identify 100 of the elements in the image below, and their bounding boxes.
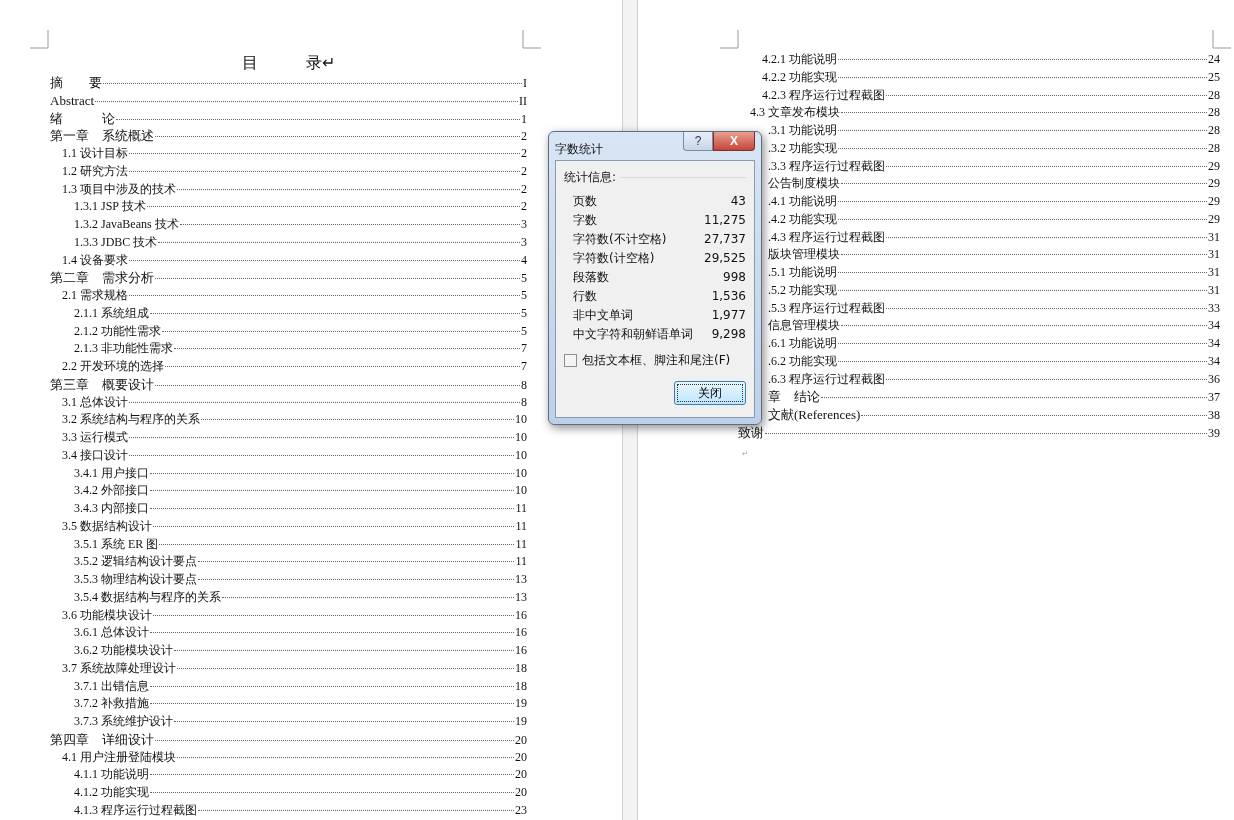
page-number: 16: [515, 642, 527, 659]
toc-entry: 3.6.2 功能模块设计: [74, 642, 173, 659]
page-number: 5: [521, 270, 527, 288]
crop-mark-icon: [720, 30, 739, 49]
toc-entry: 3.4.2 外部接口: [74, 482, 149, 500]
toc-entry: 3.4 接口设计: [62, 446, 128, 464]
help-button[interactable]: ?: [683, 132, 713, 151]
page-number: 16: [515, 606, 527, 624]
toc-entry: .5.2 功能实现: [768, 281, 837, 299]
toc-entry: 第一章 系统概述: [50, 127, 154, 145]
page-number: 10: [515, 429, 527, 446]
toc-entry: 2.2 开发环境的选择: [62, 358, 164, 375]
toc-entry: 章 结论: [768, 388, 820, 406]
page-number: 5: [521, 322, 527, 340]
stat-label: 字符数(计空格): [573, 250, 655, 267]
page-number: 31: [1208, 246, 1220, 264]
toc-entry: 3.7.2 补救措施: [74, 695, 149, 713]
toc-entry: 4.3 文章发布模块: [750, 104, 840, 122]
page-number: 28: [1208, 122, 1220, 139]
stat-label: 字数: [573, 212, 597, 229]
stat-label: 页数: [573, 193, 597, 210]
page-number: 34: [1208, 352, 1220, 370]
toc-entry: 3.5 数据结构设计: [62, 517, 152, 535]
page-number: 20: [515, 748, 527, 766]
page-number: 31: [1208, 228, 1220, 246]
page-number: 34: [1208, 317, 1220, 335]
page-number: 18: [515, 659, 527, 677]
page-number: 36: [1208, 370, 1220, 388]
toc-entry: 4.1.1 功能说明: [74, 766, 149, 784]
stat-label: 字符数(不计空格): [573, 231, 667, 248]
page-number: 25: [1208, 68, 1220, 86]
stat-value: 27,737: [704, 231, 746, 248]
page-number: 20: [515, 766, 527, 784]
toc-entry: 2.1.1 系统组成: [74, 304, 149, 322]
stat-label: 行数: [573, 288, 597, 305]
toc-entry: 1.3 项目中涉及的技术: [62, 180, 176, 198]
page-number: 38: [1208, 407, 1220, 424]
toc-entry: 3.7.1 出错信息: [74, 677, 149, 695]
toc-entry: 2.1.2 功能性需求: [74, 322, 161, 340]
page-number: 28: [1208, 86, 1220, 104]
group-label: 统计信息:: [564, 169, 617, 186]
toc-entry: 1.1 设计目标: [62, 145, 128, 162]
page-number: 11: [515, 535, 527, 553]
page-number: 10: [515, 482, 527, 500]
toc-entry: .6.1 功能说明: [768, 335, 837, 352]
toc-entry: .3.3 程序运行过程截图: [768, 157, 885, 175]
checkbox-label[interactable]: 包括文本框、脚注和尾注(F): [582, 351, 731, 369]
page-number: 3: [521, 216, 527, 233]
crop-mark-icon: [30, 30, 49, 49]
toc-entry: 3.4.3 内部接口: [74, 500, 149, 517]
stat-label: 中文字符和朝鲜语单词: [573, 326, 693, 343]
toc-entry: 3.6 功能模块设计: [62, 606, 152, 624]
toc-entry: .6.3 程序运行过程截图: [768, 370, 885, 388]
checkbox[interactable]: [564, 353, 577, 367]
toc-entry: 4.1.2 功能实现: [74, 784, 149, 801]
page-number: 7: [521, 340, 527, 358]
page-number: 39: [1208, 424, 1220, 442]
stat-value: 29,525: [704, 250, 746, 267]
toc-entry: .6.2 功能实现: [768, 352, 837, 370]
stat-value: 1,536: [711, 288, 746, 305]
toc-entry: 绪 论: [50, 109, 115, 128]
toc-entry: 第四章 详细设计: [50, 730, 154, 749]
page-number: 19: [515, 713, 527, 730]
toc-entry: Abstract: [50, 91, 95, 110]
page-number: 18: [515, 677, 527, 695]
stat-label: 段落数: [573, 269, 609, 286]
page-number: 11: [515, 500, 527, 517]
toc-entry: .3.2 功能实现: [768, 139, 837, 157]
toc-entry: .5.3 程序运行过程截图: [768, 299, 885, 317]
page-number: 10: [515, 446, 527, 464]
page-number: 5: [521, 304, 527, 322]
toc-entry: 3.5.3 物理结构设计要点: [74, 571, 197, 588]
page-number: 16: [515, 624, 527, 642]
close-dialog-button[interactable]: 关闭: [674, 381, 746, 405]
stat-value: 43: [730, 193, 746, 210]
page-number: 24: [1208, 51, 1220, 68]
page-number: 2: [521, 145, 527, 162]
page-number: 3: [521, 233, 527, 251]
dialog-title: 字数统计: [555, 141, 604, 158]
page-number: 8: [521, 393, 527, 411]
stat-value: 998: [723, 269, 746, 286]
toc-entry: 1.3.1 JSP 技术: [74, 198, 146, 216]
page-number: 20: [515, 731, 527, 749]
toc-entry: .5.1 功能说明: [768, 264, 837, 281]
page-number: 13: [515, 588, 527, 606]
toc-entry: 2.1 需求规格: [62, 287, 128, 304]
toc-entry: 3.5.4 数据结构与程序的关系: [74, 588, 221, 606]
toc-entry: .4.1 功能说明: [768, 193, 837, 210]
crop-mark-icon: [522, 30, 541, 49]
page-number: 4: [521, 251, 527, 269]
toc-entry: 版块管理模块: [768, 246, 840, 264]
page-number: 33: [1208, 299, 1220, 317]
page-number: 29: [1208, 193, 1220, 210]
toc-entry: 4.2.2 功能实现: [762, 68, 837, 86]
page-number: 37: [1208, 389, 1220, 407]
toc-entry: 致谢: [738, 423, 764, 442]
page-number: 20: [515, 784, 527, 801]
stat-value: 1,977: [711, 307, 746, 324]
page-number: 31: [1208, 264, 1220, 281]
stat-value: 9,298: [711, 326, 746, 343]
